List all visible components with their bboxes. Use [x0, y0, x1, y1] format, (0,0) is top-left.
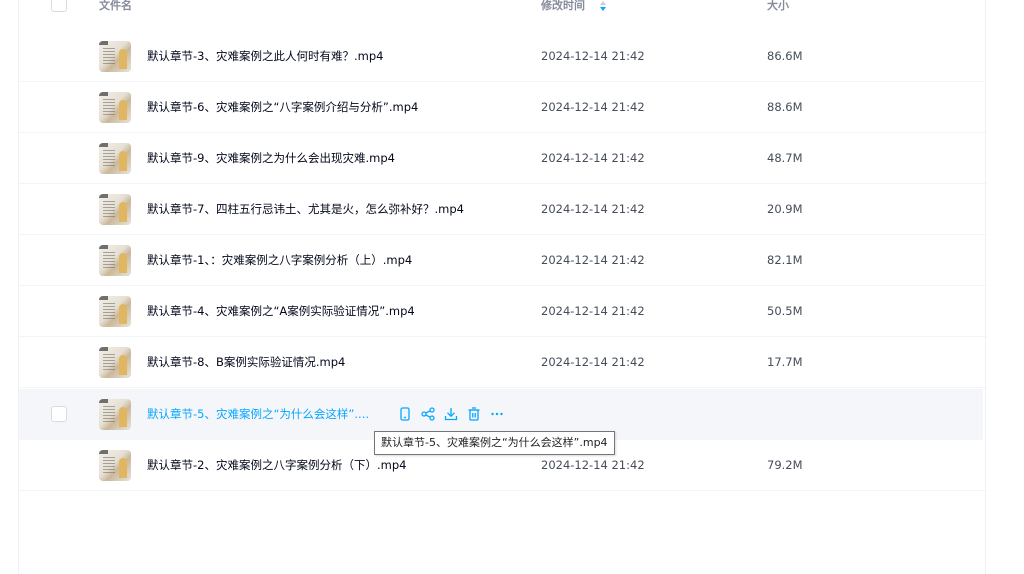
file-name[interactable]: 默认章节-8、B案例实际验证情况.mp4 — [147, 355, 345, 369]
file-modified-time: 2024-12-14 21:42 — [541, 355, 645, 369]
file-row[interactable]: 默认章节-4、灾难案例之“A案例实际验证情况”.mp4 2024-12-14 2… — [19, 286, 987, 337]
file-name[interactable]: 默认章节-7、四柱五行忌讳土、尤其是火，怎么弥补好？.mp4 — [147, 202, 464, 216]
file-row[interactable]: 默认章节-7、四柱五行忌讳土、尤其是火，怎么弥补好？.mp4 2024-12-1… — [19, 184, 987, 235]
file-row[interactable]: 默认章节-1、：灾难案例之八字案例分析（上）.mp4 2024-12-14 21… — [19, 235, 987, 286]
video-thumbnail — [99, 450, 131, 481]
video-thumbnail — [99, 194, 131, 225]
file-modified-time: 2024-12-14 21:42 — [541, 304, 645, 318]
video-thumbnail — [99, 245, 131, 276]
file-name[interactable]: 默认章节-4、灾难案例之“A案例实际验证情况”.mp4 — [147, 304, 415, 318]
file-list-header: 文件名 修改时间 大小 — [19, 0, 987, 14]
column-header-name[interactable]: 文件名 — [99, 0, 132, 12]
file-modified-time: 2024-12-14 21:42 — [541, 151, 645, 165]
file-size: 17.7M — [767, 355, 803, 369]
file-name-tooltip: 默认章节-5、灾难案例之“为什么会这样”.mp4 — [374, 431, 615, 455]
file-modified-time: 2024-12-14 21:42 — [541, 202, 645, 216]
file-modified-time: 2024-12-14 21:42 — [541, 49, 645, 63]
video-thumbnail — [99, 347, 131, 378]
share-icon[interactable] — [420, 406, 436, 422]
video-thumbnail — [99, 143, 131, 174]
file-modified-time: 2024-12-14 21:42 — [541, 100, 645, 114]
mobile-icon[interactable] — [397, 406, 413, 422]
file-name[interactable]: 默认章节-6、灾难案例之“八字案例介绍与分析”.mp4 — [147, 100, 418, 114]
select-all-checkbox[interactable] — [51, 0, 67, 12]
column-header-size[interactable]: 大小 — [767, 0, 789, 12]
file-name[interactable]: 默认章节-2、灾难案例之八字案例分析（下）.mp4 — [147, 458, 406, 472]
sort-icon[interactable] — [599, 0, 607, 12]
file-size: 20.9M — [767, 202, 803, 216]
file-row[interactable]: 默认章节-9、灾难案例之为什么会出现灾难.mp4 2024-12-14 21:4… — [19, 133, 987, 184]
video-thumbnail — [99, 399, 131, 430]
download-icon[interactable] — [443, 406, 459, 422]
file-modified-time: 2024-12-14 21:42 — [541, 253, 645, 267]
file-name[interactable]: 默认章节-5、灾难案例之“为什么会这样”.... — [147, 407, 369, 421]
file-modified-time: 2024-12-14 21:42 — [541, 458, 645, 472]
file-size: 88.6M — [767, 100, 803, 114]
file-name[interactable]: 默认章节-9、灾难案例之为什么会出现灾难.mp4 — [147, 151, 395, 165]
video-thumbnail — [99, 92, 131, 123]
column-header-modified-time[interactable]: 修改时间 — [541, 0, 585, 12]
file-size: 48.7M — [767, 151, 803, 165]
more-icon[interactable] — [489, 406, 505, 422]
file-list-panel: 文件名 修改时间 大小 默认章节-3、灾难案例之此人何时有难？.mp4 2024… — [18, 0, 987, 574]
file-row[interactable]: 默认章节-6、灾难案例之“八字案例介绍与分析”.mp4 2024-12-14 2… — [19, 82, 987, 133]
video-thumbnail — [99, 296, 131, 327]
trash-icon[interactable] — [466, 406, 482, 422]
file-name[interactable]: 默认章节-1、：灾难案例之八字案例分析（上）.mp4 — [147, 253, 412, 267]
file-name[interactable]: 默认章节-3、灾难案例之此人何时有难？.mp4 — [147, 49, 383, 63]
file-size: 86.6M — [767, 49, 803, 63]
file-row[interactable]: 默认章节-3、灾难案例之此人何时有难？.mp4 2024-12-14 21:42… — [19, 31, 987, 82]
file-size: 50.5M — [767, 304, 803, 318]
file-size: 82.1M — [767, 253, 803, 267]
file-size: 79.2M — [767, 458, 803, 472]
row-checkbox[interactable] — [51, 406, 67, 422]
file-row[interactable]: 默认章节-8、B案例实际验证情况.mp4 2024-12-14 21:42 17… — [19, 337, 987, 388]
video-thumbnail — [99, 41, 131, 72]
